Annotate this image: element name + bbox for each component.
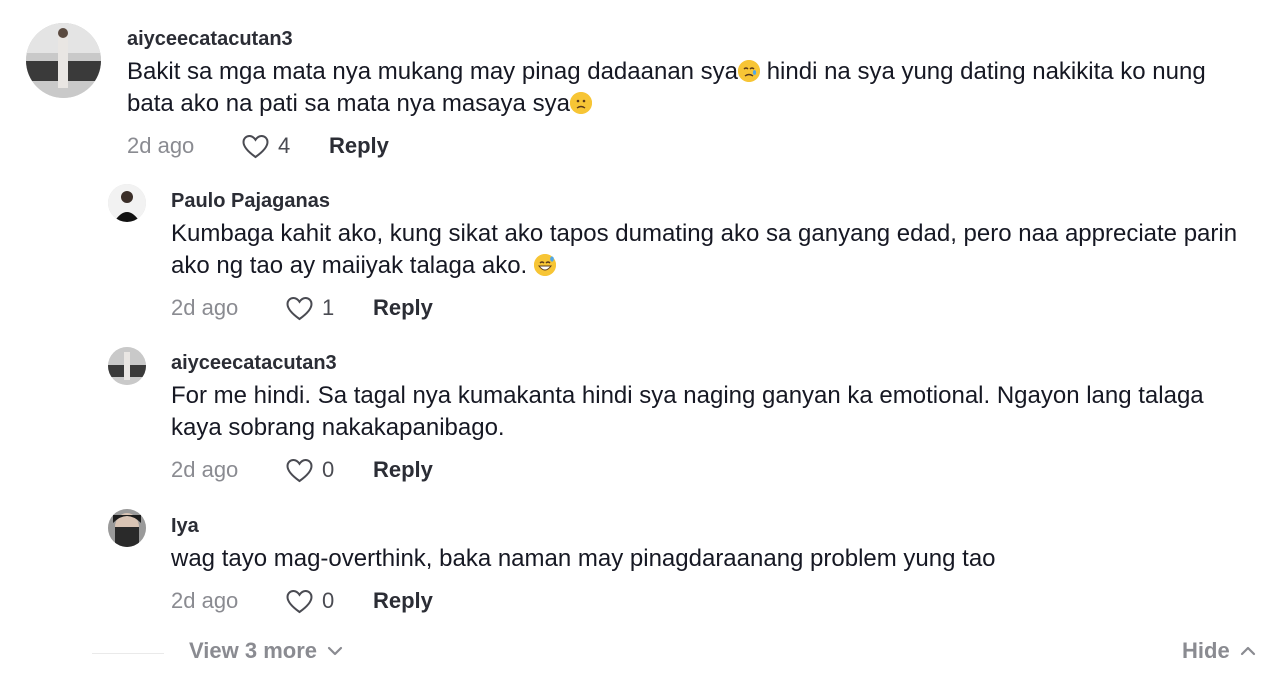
reply-button[interactable]: Reply (373, 588, 433, 614)
grinning-face-with-sweat-emoji (533, 254, 556, 276)
reply-meta: 2d ago 0 Reply (171, 586, 433, 616)
reply-button[interactable]: Reply (329, 133, 389, 159)
divider (92, 653, 164, 654)
like-button[interactable]: 4 (241, 133, 329, 160)
username[interactable]: aiyceecatacutan3 (171, 352, 337, 375)
view-more-label: View 3 more (189, 638, 317, 663)
chevron-down-icon (327, 646, 343, 656)
thread-footer: View 3 more Hide (0, 638, 1280, 668)
avatar-image (108, 347, 146, 385)
timestamp: 2d ago (171, 588, 239, 613)
avatar[interactable] (26, 23, 101, 98)
reply-button[interactable]: Reply (373, 457, 433, 483)
avatar-image (108, 509, 146, 547)
username[interactable]: Paulo Pajaganas (171, 190, 330, 213)
comment-meta: 2d ago 4 Reply (127, 131, 389, 161)
timestamp: 2d ago (171, 295, 239, 320)
username[interactable]: Iya (171, 515, 199, 538)
reply-button[interactable]: Reply (373, 295, 433, 321)
like-count: 4 (278, 133, 291, 158)
avatar[interactable] (108, 509, 146, 547)
comment-text-part: Bakit sa mga mata nya mukang may pinag d… (127, 58, 739, 85)
username[interactable]: aiyceecatacutan3 (127, 28, 293, 51)
like-button[interactable]: 0 (285, 457, 373, 484)
hide-label: Hide (1182, 638, 1230, 663)
reply-text: For me hindi. Sa tagal nya kumakanta hin… (171, 382, 1204, 441)
like-count: 1 (322, 295, 335, 320)
avatar-image (108, 184, 146, 222)
like-count: 0 (322, 588, 335, 613)
reply-meta: 2d ago 1 Reply (171, 293, 433, 323)
slightly-frowning-face-emoji (569, 92, 592, 114)
avatar[interactable] (108, 184, 146, 222)
like-button[interactable]: 1 (285, 295, 373, 322)
crying-face-emoji (738, 60, 761, 82)
timestamp: 2d ago (171, 457, 239, 482)
reply-text: Kumbaga kahit ako, kung sikat ako tapos … (171, 218, 1251, 282)
view-more-replies-button[interactable]: View 3 more (189, 638, 343, 664)
reply-text-part: Kumbaga kahit ako, kung sikat ako tapos … (171, 220, 1238, 279)
avatar-image (26, 23, 101, 98)
chevron-up-icon (1240, 646, 1255, 656)
heart-outline-icon (286, 458, 313, 482)
heart-outline-icon (242, 134, 269, 158)
avatar[interactable] (108, 347, 146, 385)
like-button[interactable]: 0 (285, 588, 373, 615)
heart-outline-icon (286, 589, 313, 613)
heart-outline-icon (286, 296, 313, 320)
timestamp: 2d ago (127, 133, 195, 158)
comment-thread: aiyceecatacutan3 Bakit sa mga mata nya m… (0, 0, 1280, 691)
hide-replies-button[interactable]: Hide (1182, 638, 1256, 664)
comment-text: Bakit sa mga mata nya mukang may pinag d… (127, 56, 1227, 120)
reply-meta: 2d ago 0 Reply (171, 455, 433, 485)
reply-text: wag tayo mag-overthink, baka naman may p… (171, 545, 996, 572)
like-count: 0 (322, 457, 335, 482)
